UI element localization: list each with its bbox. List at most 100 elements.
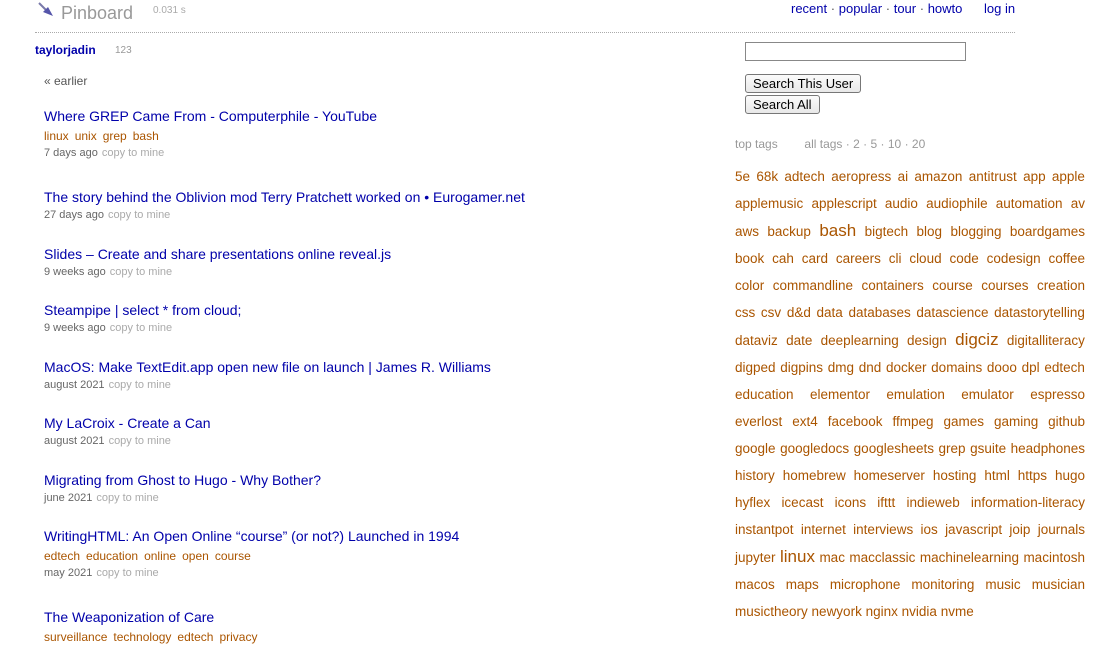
tag-filter-2[interactable]: 2 [853, 137, 860, 151]
tag-cloud-link[interactable]: 68k [756, 169, 778, 184]
tag-cloud-link[interactable]: digped [735, 360, 776, 375]
tag-cloud-link[interactable]: gsuite [970, 441, 1006, 456]
bookmark-title-link[interactable]: The story behind the Oblivion mod Terry … [44, 189, 525, 205]
tag-cloud-link[interactable]: github [1048, 414, 1085, 429]
tag-cloud-link[interactable]: blog [917, 224, 943, 239]
tag-cloud-link[interactable]: information-literacy [971, 495, 1085, 510]
search-input[interactable] [745, 42, 966, 61]
tag-cloud-link[interactable]: book [735, 251, 764, 266]
tag-cloud-link[interactable]: codesign [987, 251, 1041, 266]
bookmark-title-link[interactable]: Where GREP Came From - Computerphile - Y… [44, 108, 377, 124]
tag-cloud-link[interactable]: aws [735, 224, 759, 239]
tag-cloud-link[interactable]: dooo [987, 360, 1017, 375]
bookmark-date[interactable]: august 2021 [44, 435, 105, 447]
bookmark-tag-link[interactable]: open [182, 549, 209, 563]
tag-cloud-link[interactable]: card [802, 251, 828, 266]
tag-cloud-link[interactable]: homebrew [783, 468, 846, 483]
tag-cloud-link[interactable]: googledocs [780, 441, 849, 456]
tag-cloud-link[interactable]: interviews [853, 522, 913, 537]
bookmark-tag-link[interactable]: unix [75, 129, 97, 143]
tag-filter-5[interactable]: 5 [870, 137, 877, 151]
tag-cloud-link[interactable]: indieweb [906, 495, 959, 510]
tag-cloud-link[interactable]: musician [1032, 577, 1085, 592]
tag-cloud-link[interactable]: mac [819, 550, 845, 565]
bookmark-date[interactable]: june 2021 [44, 492, 92, 504]
tag-cloud-link[interactable]: hyflex [735, 495, 770, 510]
tag-cloud-link[interactable]: digciz [955, 330, 998, 349]
tag-cloud-link[interactable]: linux [780, 547, 815, 566]
tag-cloud-link[interactable]: grep [939, 441, 966, 456]
bookmark-tag-link[interactable]: bash [133, 129, 159, 143]
tag-cloud-link[interactable]: digitalliteracy [1007, 333, 1085, 348]
bookmark-title-link[interactable]: Migrating from Ghost to Hugo - Why Bothe… [44, 472, 321, 488]
bookmark-tag-link[interactable]: surveillance [44, 630, 107, 644]
tag-cloud-link[interactable]: games [943, 414, 984, 429]
tag-cloud-link[interactable]: careers [836, 251, 881, 266]
tag-cloud-link[interactable]: joip [1009, 522, 1030, 537]
tag-cloud-link[interactable]: emulation [886, 387, 945, 402]
tag-cloud-link[interactable]: deeplearning [821, 333, 899, 348]
bookmark-tag-link[interactable]: edtech [177, 630, 213, 644]
tag-cloud-link[interactable]: backup [767, 224, 811, 239]
bookmark-tag-link[interactable]: grep [103, 129, 127, 143]
tag-cloud-link[interactable]: applemusic [735, 196, 803, 211]
tag-cloud-link[interactable]: ffmpeg [892, 414, 933, 429]
tag-cloud-link[interactable]: dnd [859, 360, 882, 375]
copy-to-mine-link[interactable]: copy to mine [102, 147, 164, 159]
tag-cloud-link[interactable]: containers [861, 278, 923, 293]
logo-text[interactable]: Pinboard [61, 3, 133, 23]
bookmark-title-link[interactable]: Steampipe | select * from cloud; [44, 302, 241, 318]
tag-cloud-link[interactable]: av [1071, 196, 1085, 211]
bookmark-date[interactable]: august 2021 [44, 379, 105, 391]
tag-filter-10[interactable]: 10 [888, 137, 901, 151]
tag-cloud-link[interactable]: d&d [787, 305, 811, 320]
copy-to-mine-link[interactable]: copy to mine [109, 379, 171, 391]
nav-howto-link[interactable]: howto [928, 1, 963, 16]
tag-cloud-link[interactable]: dpl [1022, 360, 1040, 375]
tag-cloud-link[interactable]: courses [981, 278, 1028, 293]
tag-cloud-link[interactable]: html [984, 468, 1010, 483]
tag-cloud-link[interactable]: code [949, 251, 978, 266]
tag-cloud-link[interactable]: antitrust [969, 169, 1017, 184]
tag-cloud-link[interactable]: date [786, 333, 812, 348]
bookmark-date[interactable]: 27 days ago [44, 209, 104, 221]
tag-cloud-link[interactable]: emulator [961, 387, 1014, 402]
tag-cloud-link[interactable]: cah [772, 251, 794, 266]
tag-cloud-link[interactable]: csv [761, 305, 781, 320]
tag-cloud-link[interactable]: css [735, 305, 755, 320]
tag-cloud-link[interactable]: commandline [773, 278, 853, 293]
tag-cloud-link[interactable]: color [735, 278, 764, 293]
copy-to-mine-link[interactable]: copy to mine [96, 492, 158, 504]
bookmark-date[interactable]: may 2021 [44, 567, 92, 579]
tag-cloud-link[interactable]: microphone [830, 577, 901, 592]
tag-cloud-link[interactable]: adtech [784, 169, 825, 184]
tag-cloud-link[interactable]: 5e [735, 169, 750, 184]
top-tags-label[interactable]: top tags [735, 137, 778, 151]
tag-cloud-link[interactable]: headphones [1011, 441, 1085, 456]
tag-cloud-link[interactable]: datascience [916, 305, 988, 320]
bookmark-tag-link[interactable]: edtech [44, 549, 80, 563]
bookmark-date[interactable]: 9 weeks ago [44, 266, 106, 278]
bookmark-title-link[interactable]: My LaCroix - Create a Can [44, 415, 211, 431]
tag-cloud-link[interactable]: elementor [810, 387, 870, 402]
tag-cloud-link[interactable]: digpins [780, 360, 823, 375]
nav-tour-link[interactable]: tour [894, 1, 916, 16]
tag-cloud-link[interactable]: applescript [811, 196, 876, 211]
tag-cloud-link[interactable]: dataviz [735, 333, 778, 348]
tag-cloud-link[interactable]: facebook [828, 414, 883, 429]
bookmark-tag-link[interactable]: technology [113, 630, 171, 644]
tag-cloud-link[interactable]: espresso [1030, 387, 1085, 402]
tag-cloud-link[interactable]: nginx [866, 604, 898, 619]
tag-cloud-link[interactable]: https [1018, 468, 1047, 483]
tag-cloud-link[interactable]: monitoring [911, 577, 974, 592]
tag-cloud-link[interactable]: newyork [812, 604, 862, 619]
nav-popular-link[interactable]: popular [839, 1, 882, 16]
tag-cloud-link[interactable]: edtech [1044, 360, 1085, 375]
tag-cloud-link[interactable]: docker [886, 360, 927, 375]
tag-cloud-link[interactable]: audio [885, 196, 918, 211]
tag-cloud-link[interactable]: cloud [909, 251, 941, 266]
bookmark-tag-link[interactable]: online [144, 549, 176, 563]
earlier-link[interactable]: « earlier [44, 74, 87, 88]
tag-cloud-link[interactable]: boardgames [1010, 224, 1085, 239]
tag-cloud-link[interactable]: aeropress [831, 169, 891, 184]
